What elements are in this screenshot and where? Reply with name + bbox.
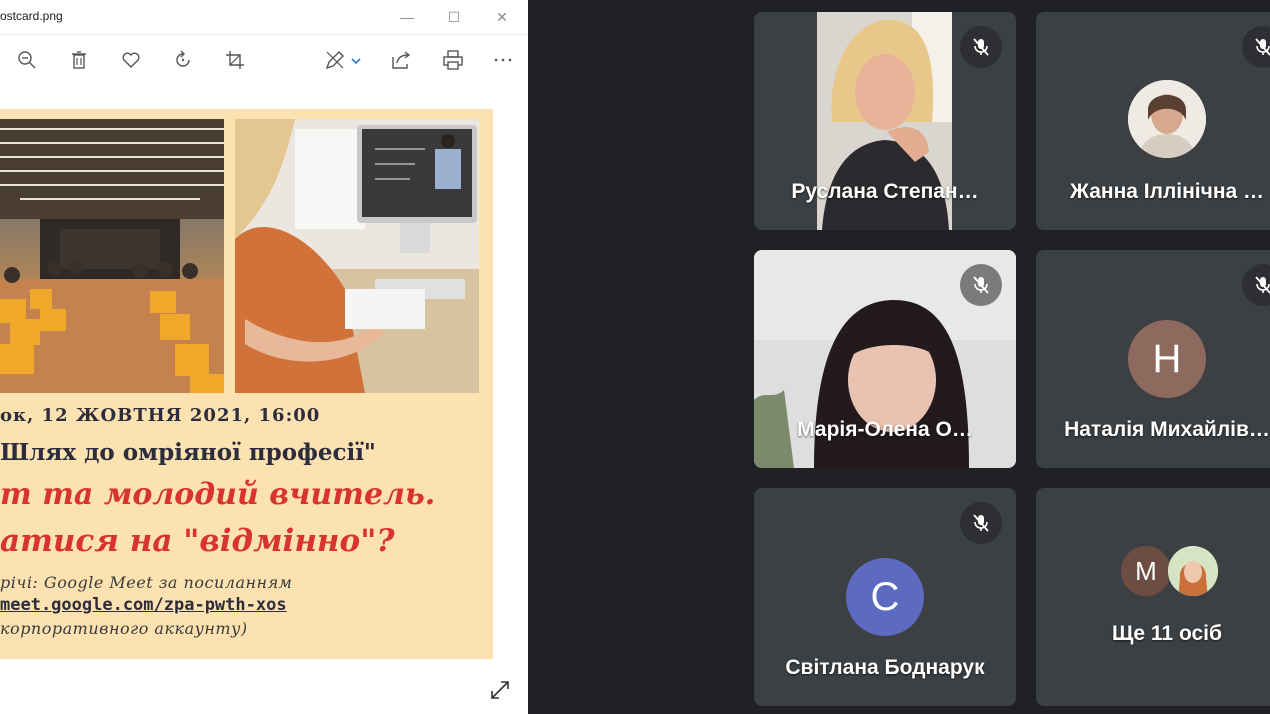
headline-line-2: атися на "відмінно"? <box>0 523 395 559</box>
meeting-info: річі: Google Meet за посиланням <box>0 573 293 592</box>
event-date: ок, 12 ЖОВТНЯ 2021, 16:00 <box>0 405 321 426</box>
delete-icon[interactable] <box>66 47 92 73</box>
more-participants-tile[interactable]: М Ще 11 осіб <box>1036 488 1270 706</box>
mic-muted-icon <box>960 26 1002 68</box>
participant-tile[interactable]: Руслана Степан… <box>754 12 1016 230</box>
participant-tile[interactable]: Н Наталія Михайлів… <box>1036 250 1270 468</box>
maximize-button[interactable]: ☐ <box>443 6 465 28</box>
title-bar: ostcard.png — ☐ ✕ <box>0 0 528 35</box>
participant-tile[interactable]: С Світлана Боднарук <box>754 488 1016 706</box>
more-participants-label: Ще 11 осіб <box>1112 622 1222 645</box>
share-icon[interactable] <box>388 47 414 73</box>
meet-link: meet.google.com/zpa-pwth-xos <box>0 595 287 615</box>
account-note: корпоративного аккаунту) <box>0 619 248 638</box>
participant-tile[interactable]: Жанна Іллінічна … <box>1036 12 1270 230</box>
mic-muted-icon <box>960 502 1002 544</box>
participant-name: Руслана Степан… <box>791 180 979 203</box>
zoom-out-icon[interactable] <box>14 47 40 73</box>
edit-icon[interactable] <box>322 47 348 73</box>
avatar: Н <box>1128 320 1206 398</box>
participant-tile[interactable]: Марія-Олена О… <box>754 250 1016 468</box>
close-button[interactable]: ✕ <box>491 6 513 28</box>
online-class-photo <box>235 119 479 393</box>
avatar-photo <box>1168 546 1218 596</box>
participant-name: Світлана Боднарук <box>785 656 985 679</box>
lecture-hall-photo <box>0 119 224 393</box>
headline-line-1: т та молодий вчитель. <box>0 477 436 512</box>
favorite-icon[interactable] <box>118 47 144 73</box>
participant-name: Жанна Іллінічна … <box>1069 180 1265 203</box>
avatar: С <box>846 558 924 636</box>
participant-name: Марія-Олена О… <box>797 418 973 441</box>
window-title: ostcard.png <box>0 9 63 23</box>
minimize-button[interactable]: — <box>396 6 418 28</box>
postcard-image: ок, 12 ЖОВТНЯ 2021, 16:00 Шлях до омріян… <box>0 109 493 659</box>
avatar <box>1128 80 1206 158</box>
mic-muted-icon <box>1242 26 1270 68</box>
mic-muted-icon <box>960 264 1002 306</box>
viewer-toolbar <box>0 35 528 85</box>
rotate-icon[interactable] <box>170 47 196 73</box>
image-canvas: ок, 12 ЖОВТНЯ 2021, 16:00 Шлях до омріян… <box>0 86 528 714</box>
photos-viewer-window: ostcard.png — ☐ ✕ ок, 12 ЖОВТНЯ 2021, 16… <box>0 0 528 714</box>
print-icon[interactable] <box>440 47 466 73</box>
participant-name: Наталія Михайлів… <box>1064 418 1270 441</box>
mic-muted-icon <box>1242 264 1270 306</box>
fullscreen-icon[interactable] <box>488 678 512 702</box>
more-icon[interactable] <box>490 47 516 73</box>
chevron-down-icon[interactable] <box>348 47 364 73</box>
crop-icon[interactable] <box>222 47 248 73</box>
event-topic: Шлях до омріяної професії" <box>0 439 376 466</box>
avatar: М <box>1121 546 1171 596</box>
